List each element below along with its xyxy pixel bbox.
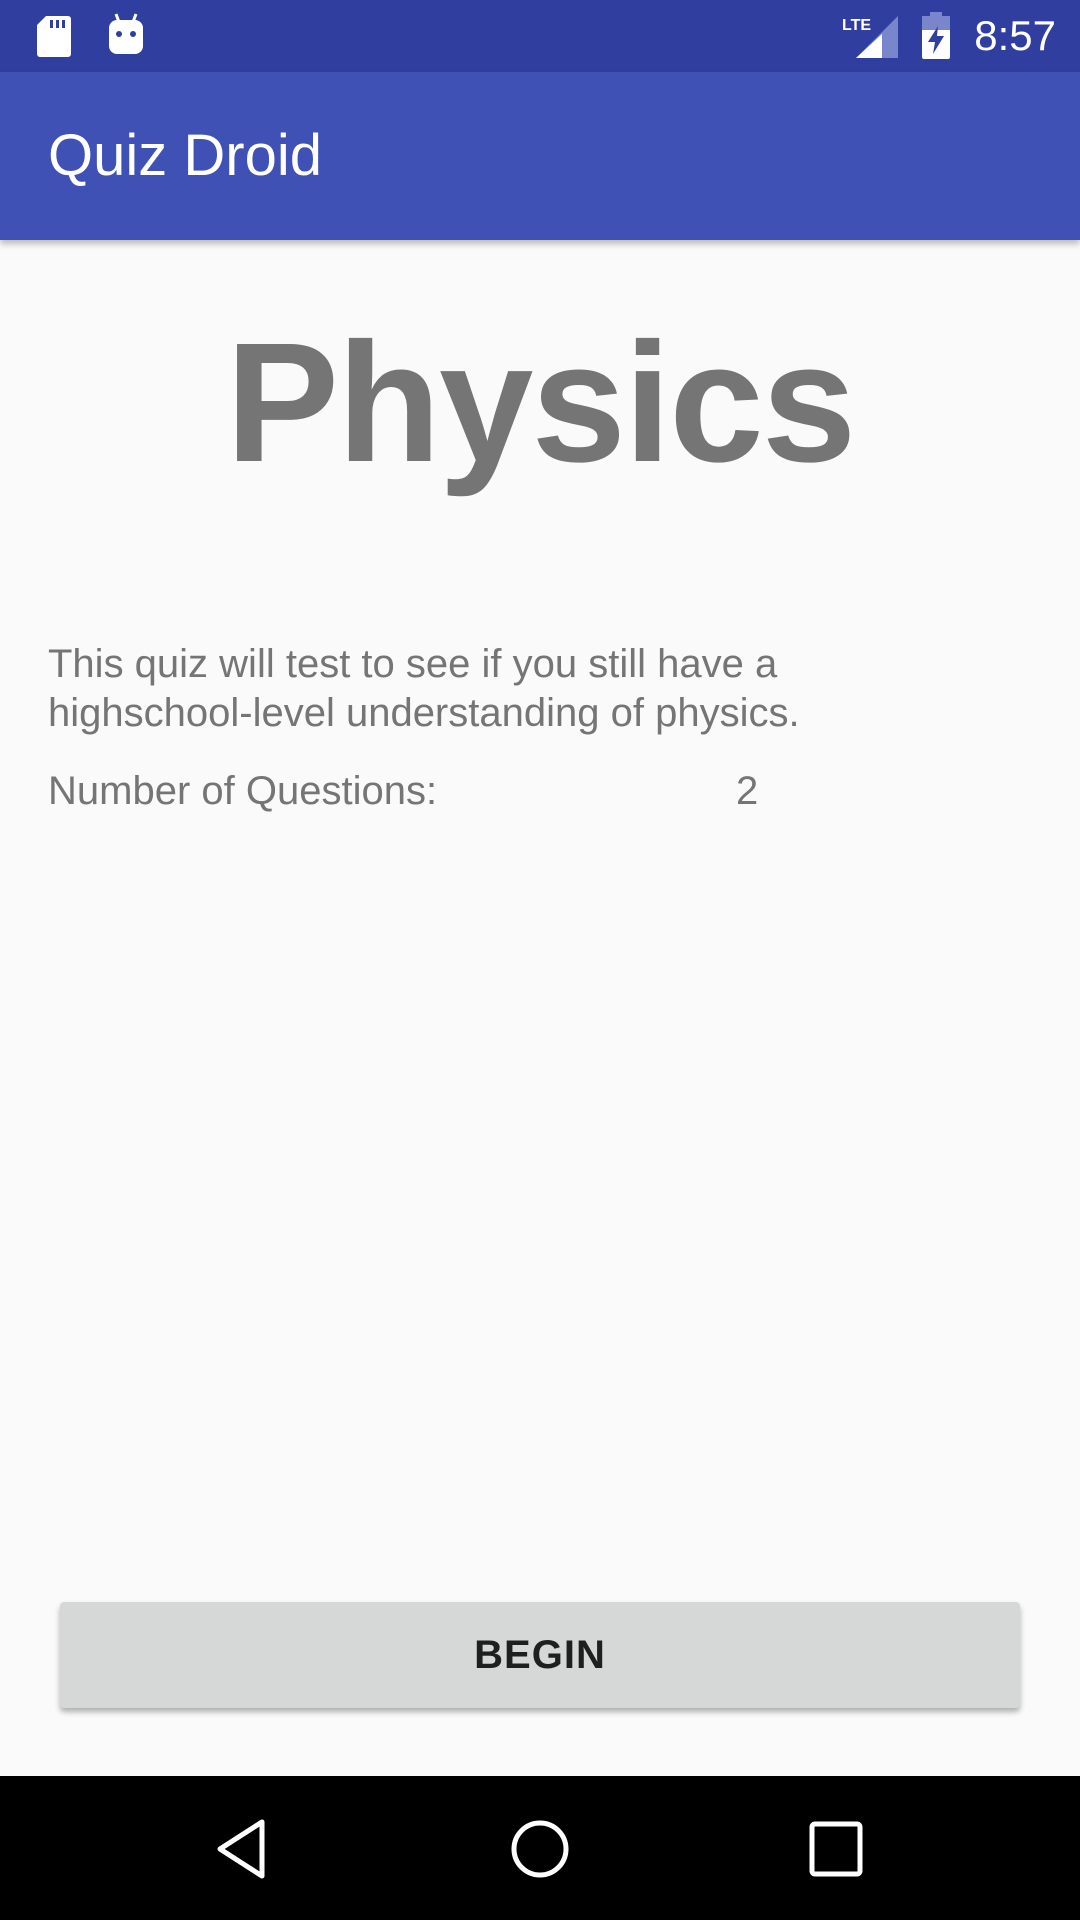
app-title: Quiz Droid xyxy=(48,123,322,188)
android-debug-icon xyxy=(109,13,143,54)
navigation-bar xyxy=(0,1776,1080,1920)
question-count-label: Number of Questions: xyxy=(48,769,438,813)
quiz-description: This quiz will test to see if you still … xyxy=(48,642,800,735)
begin-button[interactable]: BEGIN xyxy=(60,1602,1020,1708)
lte-signal-icon: LTE xyxy=(842,16,898,58)
back-icon[interactable] xyxy=(210,1814,276,1884)
sd-card-icon xyxy=(37,16,71,57)
status-bar: LTE 8:57 xyxy=(0,0,1080,72)
recents-icon[interactable] xyxy=(806,1818,866,1880)
home-icon[interactable] xyxy=(508,1814,572,1884)
quiz-overview: Physics This quiz will test to see if yo… xyxy=(0,240,1080,1776)
question-count-value: 2 xyxy=(736,769,759,813)
battery-charging-icon xyxy=(922,12,950,59)
screen: LTE 8:57 Quiz Droid Physics This quiz wi… xyxy=(0,0,1080,1920)
status-clock: 8:57 xyxy=(974,12,1056,59)
network-label: LTE xyxy=(842,17,871,34)
app-bar: Quiz Droid xyxy=(0,72,1080,240)
begin-button-label: BEGIN xyxy=(474,1632,606,1677)
quiz-title: Physics xyxy=(225,308,857,498)
